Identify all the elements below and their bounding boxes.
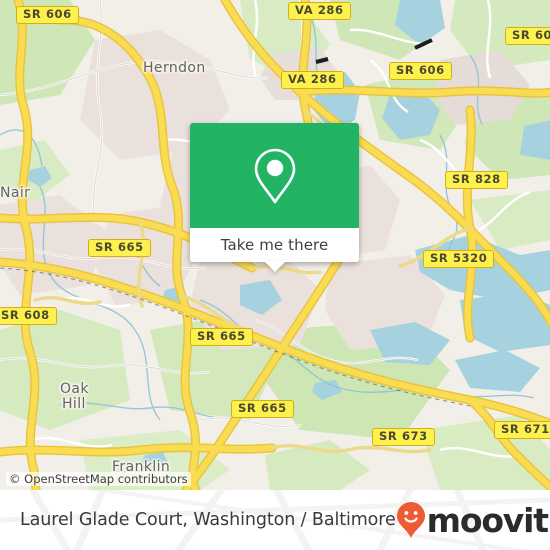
route-shield: SR 828	[445, 171, 508, 189]
route-shield: SR 606	[505, 27, 550, 45]
location-popup-card[interactable]: Take me there	[190, 123, 359, 272]
route-shield: SR 665	[190, 328, 253, 346]
route-shield: SR 606	[389, 62, 452, 80]
route-shield: VA 286	[288, 2, 351, 20]
popup-icon-area	[190, 123, 359, 228]
route-shield: SR 5320	[423, 250, 495, 268]
route-shield: SR 671	[494, 421, 550, 439]
popup-pointer-tail	[264, 261, 286, 272]
route-shield: SR 608	[0, 307, 57, 325]
route-shield: SR 665	[88, 239, 151, 257]
osm-attribution[interactable]: © OpenStreetMap contributors	[6, 472, 191, 486]
route-shield: SR 606	[16, 6, 79, 24]
moovit-location-share-card: Herndon Nair Oak Hill Franklin SR 606 VA…	[0, 0, 550, 550]
map-pin-icon	[254, 148, 295, 203]
route-shield: SR 673	[372, 428, 435, 446]
moovit-logo[interactable]: moovit	[396, 500, 549, 540]
popup-action-area[interactable]: Take me there	[190, 228, 359, 262]
route-shield: SR 665	[231, 400, 294, 418]
take-me-there-button[interactable]: Take me there	[221, 236, 329, 254]
location-title: Laurel Glade Court, Washington / Baltimo…	[20, 510, 396, 530]
map-viewport[interactable]: Herndon Nair Oak Hill Franklin SR 606 VA…	[0, 0, 550, 490]
moovit-smiling-pin-logo-icon	[396, 502, 425, 538]
footer-bar: Laurel Glade Court, Washington / Baltimo…	[0, 490, 550, 550]
moovit-wordmark: moovit	[426, 500, 549, 540]
route-shield: VA 286	[281, 71, 344, 89]
